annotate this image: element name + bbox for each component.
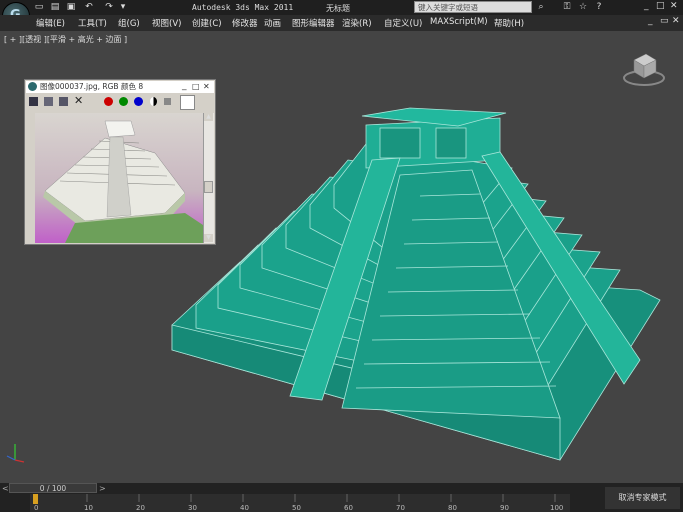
- close-icon[interactable]: ✕: [670, 1, 678, 11]
- undo-icon[interactable]: ↶: [84, 2, 94, 12]
- menu-group[interactable]: 组(G): [118, 17, 140, 29]
- maximize-icon[interactable]: □: [656, 1, 665, 11]
- tick-20: 20: [136, 504, 145, 512]
- menu-customize[interactable]: 自定义(U): [384, 17, 422, 29]
- slider-right-arrow-icon[interactable]: >: [99, 484, 106, 493]
- app-title: Autodesk 3ds Max 2011: [192, 3, 294, 12]
- tick-60: 60: [344, 504, 353, 512]
- title-bar: G ▭ ▤ ▣ ↶ ↷ ▾ Autodesk 3ds Max 2011 无标题 …: [0, 0, 683, 30]
- pyramid-photo: [35, 113, 203, 243]
- red-channel-icon[interactable]: [104, 97, 113, 106]
- time-slider[interactable]: 0 / 100: [9, 483, 97, 493]
- print-image-icon[interactable]: [59, 97, 68, 106]
- axis-tripod-icon: [6, 444, 25, 463]
- image-viewer-scrollbar[interactable]: ▲ ▼: [203, 113, 214, 243]
- menu-bar: 编辑(E) 工具(T) 组(G) 视图(V) 创建(C) 修改器 动画 图形编辑…: [0, 15, 683, 31]
- swatch-color[interactable]: [180, 95, 195, 110]
- menu-create[interactable]: 创建(C): [192, 17, 222, 29]
- menu-help[interactable]: 帮助(H): [494, 17, 524, 29]
- menu-tools[interactable]: 工具(T): [78, 17, 107, 29]
- binoculars-icon[interactable]: ⌕: [536, 2, 546, 12]
- tick-30: 30: [188, 504, 197, 512]
- scroll-thumb[interactable]: [204, 181, 213, 193]
- tick-100: 100: [550, 504, 564, 512]
- star-icon[interactable]: ☆: [578, 2, 588, 12]
- time-cursor[interactable]: [33, 494, 38, 504]
- save-image-icon[interactable]: [29, 97, 38, 106]
- tick-90: 90: [500, 504, 509, 512]
- menu-maxscript[interactable]: MAXScript(M): [430, 17, 488, 27]
- image-viewer-title: 图像000037.jpg, RGB 颜色 8 _ □ ✕: [26, 81, 214, 93]
- image-viewer-toolbar: ✕: [26, 94, 214, 110]
- redo-icon[interactable]: ↷: [104, 2, 114, 12]
- clear-icon[interactable]: ✕: [74, 94, 83, 107]
- key-icon[interactable]: ⚿: [562, 2, 572, 12]
- green-channel-icon[interactable]: [119, 97, 128, 106]
- save-icon[interactable]: ▣: [66, 2, 76, 12]
- menu-animation[interactable]: 动画: [264, 17, 281, 29]
- tick-10: 10: [84, 504, 93, 512]
- project-icon[interactable]: ▾: [118, 2, 128, 12]
- file-title: 无标题: [326, 4, 350, 13]
- slider-left-arrow-icon[interactable]: <: [2, 484, 9, 493]
- tick-40: 40: [240, 504, 249, 512]
- app-small-icon: [28, 82, 37, 91]
- menu-views[interactable]: 视图(V): [152, 17, 181, 29]
- tick-80: 80: [448, 504, 457, 512]
- tick-70: 70: [396, 504, 405, 512]
- mono-icon[interactable]: [164, 98, 171, 105]
- copy-image-icon[interactable]: [44, 97, 53, 106]
- frame-close-icon[interactable]: ✕: [203, 81, 210, 93]
- cancel-expert-mode-button[interactable]: 取消专家模式: [604, 486, 681, 510]
- tick-0: 0: [34, 504, 39, 512]
- doc-restore-icon[interactable]: ▭: [660, 16, 669, 26]
- tick-50: 50: [292, 504, 301, 512]
- open-file-icon[interactable]: ▤: [50, 2, 60, 12]
- menu-edit[interactable]: 编辑(E): [36, 17, 65, 29]
- viewport-label[interactable]: [ + ][透视 ][平滑 + 高光 + 边面 ]: [4, 34, 127, 45]
- image-viewer-window[interactable]: 图像000037.jpg, RGB 颜色 8 _ □ ✕ ✕ ▲ ▼: [24, 79, 216, 245]
- menu-modifiers[interactable]: 修改器: [232, 17, 258, 29]
- frame-minimize-icon[interactable]: _: [182, 80, 187, 92]
- frame-maximize-icon[interactable]: □: [192, 81, 200, 93]
- new-file-icon[interactable]: ▭: [34, 2, 44, 12]
- search-input[interactable]: 键入关键字或短语: [414, 1, 532, 13]
- doc-close-icon[interactable]: ✕: [672, 16, 680, 26]
- help-icon[interactable]: ?: [594, 2, 604, 12]
- blue-channel-icon[interactable]: [134, 97, 143, 106]
- menu-rendering[interactable]: 渲染(R): [342, 17, 372, 29]
- menu-graph-editors[interactable]: 图形编辑器: [292, 17, 335, 29]
- viewcube-icon[interactable]: [622, 50, 666, 88]
- doc-minimize-icon[interactable]: _: [648, 16, 653, 26]
- alpha-channel-icon[interactable]: [150, 97, 157, 106]
- minimize-icon[interactable]: _: [644, 1, 649, 11]
